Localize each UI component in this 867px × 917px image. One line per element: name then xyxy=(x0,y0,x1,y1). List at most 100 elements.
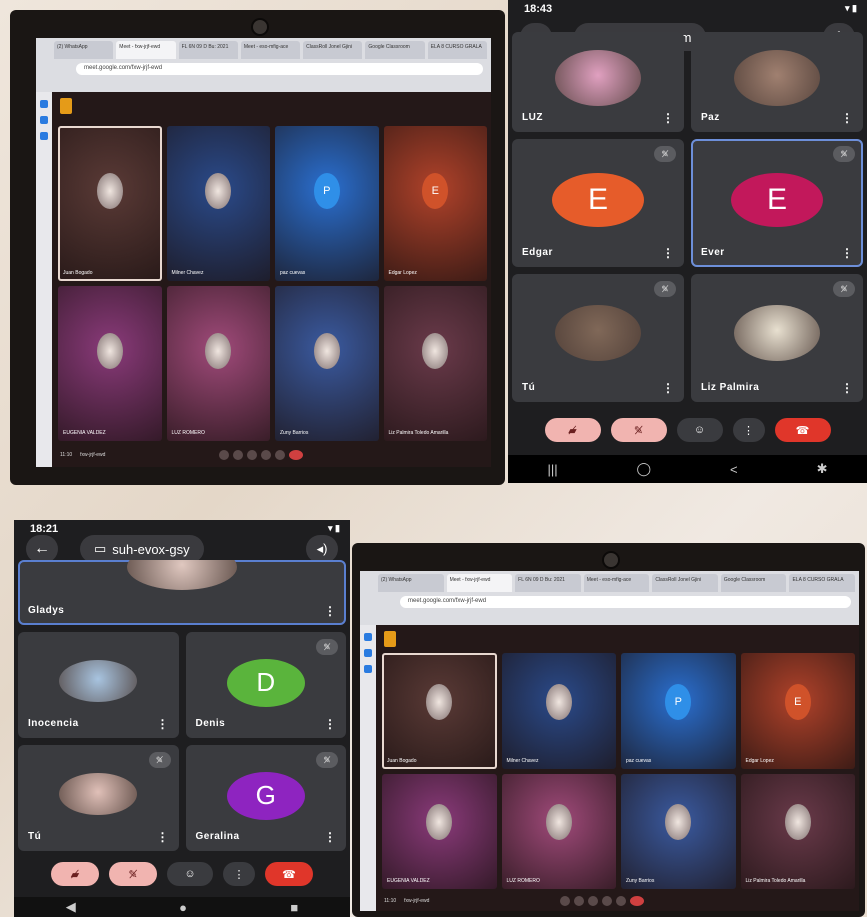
participant-tile[interactable]: EUGENIA VALDEZ xyxy=(382,773,497,889)
captions-button[interactable] xyxy=(587,896,598,906)
participant-tile[interactable]: Zuny Barrios xyxy=(621,773,736,889)
camera-off-icon[interactable]: ▰̸ xyxy=(544,418,601,442)
participant-grid: Juan Bogado Milner Chavez Ppaz cuevas E Edga… xyxy=(382,653,855,889)
browser-tab[interactable]: (2) WhatsApp xyxy=(54,41,114,59)
browser-tab[interactable]: ELA 8 CURSO GRALA xyxy=(789,574,856,592)
accessibility-icon[interactable]: ✱ xyxy=(817,461,828,477)
present-button[interactable] xyxy=(601,896,612,906)
participant-tile[interactable]: E Edgar Lopez xyxy=(383,126,487,281)
more-options-icon[interactable]: ⋮ xyxy=(223,862,255,886)
meeting-code-pill[interactable]: ▭ suh-evox-gsy xyxy=(80,535,204,563)
participant-tile[interactable]: Liz Palmira Toledo Amarilla xyxy=(383,286,487,441)
present-button[interactable] xyxy=(260,450,271,460)
call-controls: ▰̸ ✎̸ ☺ ⋮ ☎ xyxy=(14,862,350,886)
sidebar-icon[interactable] xyxy=(40,132,48,140)
laptop-screen: (2) WhatsApp Meet - fxw-jrjf-ewd FL 6N 09 … xyxy=(36,38,491,467)
participant-tile[interactable]: Ppaz cuevas xyxy=(275,126,379,281)
address-bar[interactable]: meet.google.com/fxw-jrjf-ewd xyxy=(400,596,851,608)
browser-tab[interactable]: Meet - fxw-jrjf-ewd xyxy=(116,41,176,59)
sidebar-icon[interactable] xyxy=(364,665,372,673)
participant-tile[interactable]: ✎̸ Liz Palmira ⋮ xyxy=(691,274,863,402)
end-call-button[interactable] xyxy=(288,450,303,460)
browser-tab[interactable]: Meet - fxw-jrjf-ewd xyxy=(446,574,513,592)
participant-tile[interactable]: Milner Chavez xyxy=(501,653,616,769)
mic-button[interactable] xyxy=(218,450,229,460)
phone-photo-1: 18:43 ▾ ▮ ← ▭ mxn-mijy-dmm ✱ LUZ⋮Paz⋮✎̸E… xyxy=(508,0,867,483)
mic-off-icon[interactable]: ✎̸ xyxy=(109,862,157,886)
recents-icon[interactable]: ■ xyxy=(290,900,298,915)
avatar-letter: P xyxy=(665,683,692,720)
browser-tab[interactable]: Google Classroom xyxy=(720,574,787,592)
participant-tile[interactable]: EUGENIA VALDEZ xyxy=(58,286,162,441)
avatar xyxy=(127,560,237,590)
participant-tile[interactable]: ✎̸ Tú ⋮ xyxy=(512,274,684,402)
sidebar-icon[interactable] xyxy=(364,633,372,641)
participant-tile[interactable]: ✎̸ E Edgar ⋮ xyxy=(512,139,684,267)
more-options-icon[interactable]: ⋮ xyxy=(732,418,765,442)
back-nav-icon[interactable]: ◀ xyxy=(66,899,76,915)
participant-tile[interactable]: Juan Bogado xyxy=(382,653,497,769)
browser-tab[interactable]: ClassRoll Jonel Gjini xyxy=(303,41,363,59)
end-call-icon[interactable]: ☎ xyxy=(774,418,831,442)
browser-tab[interactable]: ELA 8 CURSO GRALA xyxy=(427,41,487,59)
address-bar[interactable]: meet.google.com/fxw-jrjf-ewd xyxy=(76,63,483,75)
more-vert-icon[interactable]: ⋮ xyxy=(324,604,336,618)
more-vert-icon[interactable]: ⋮ xyxy=(662,381,674,395)
participant-tile[interactable]: LUZ ROMERO xyxy=(501,773,616,889)
more-vert-icon[interactable]: ⋮ xyxy=(841,111,853,125)
participant-tile[interactable]: Paz ⋮ xyxy=(691,32,863,132)
browser-tab[interactable]: FL 6N 09 D Bu: 2021 xyxy=(515,574,581,592)
home-icon[interactable]: ◯ xyxy=(637,461,652,477)
more-vert-icon[interactable]: ⋮ xyxy=(324,830,336,844)
participant-tile[interactable]: Juan Bogado xyxy=(58,126,162,281)
browser-tab[interactable]: FL 6N 09 D Bu: 2021 xyxy=(178,41,238,59)
camera-button[interactable] xyxy=(573,896,584,906)
meeting-time: 11:10 xyxy=(60,452,73,458)
participant-tile[interactable]: Liz Palmira Toledo Amarilla xyxy=(740,773,855,889)
more-vert-icon[interactable]: ⋮ xyxy=(662,246,674,260)
browser-tab[interactable]: Google Classroom xyxy=(365,41,425,59)
participant-tile[interactable]: LUZ ROMERO xyxy=(166,286,270,441)
more-vert-icon[interactable]: ⋮ xyxy=(662,111,674,125)
sidebar-icon[interactable] xyxy=(40,100,48,108)
emoji-icon[interactable]: ☺ xyxy=(167,862,213,886)
participant-tile[interactable]: Gladys ⋮ xyxy=(18,560,346,625)
mic-off-icon[interactable]: ✎̸ xyxy=(610,418,667,442)
participant-tile[interactable]: Ppaz cuevas xyxy=(621,653,736,769)
captions-button[interactable] xyxy=(246,450,257,460)
more-vert-icon[interactable]: ⋮ xyxy=(841,381,853,395)
browser-tab[interactable]: ClassRoll Jonel Gjini xyxy=(652,574,718,592)
participant-tile[interactable]: Inocencia ⋮ xyxy=(18,632,179,738)
participant-tile[interactable]: Milner Chavez xyxy=(166,126,270,281)
more-vert-icon[interactable]: ⋮ xyxy=(324,717,336,731)
sidebar-icon[interactable] xyxy=(40,116,48,124)
participant-tile[interactable]: ✎̸ G Geralina ⋮ xyxy=(185,745,346,851)
more-vert-icon[interactable]: ⋮ xyxy=(157,830,169,844)
participant-tile[interactable]: Zuny Barrios xyxy=(275,286,379,441)
mic-button[interactable] xyxy=(559,896,570,906)
avatar xyxy=(205,333,232,370)
more-vert-icon[interactable]: ⋮ xyxy=(841,246,853,260)
browser-tab[interactable]: Meet - eso-mfig-ace xyxy=(240,41,301,59)
end-call-icon[interactable]: ☎ xyxy=(265,862,313,886)
home-icon[interactable]: ● xyxy=(179,900,187,915)
participant-tile[interactable]: ✎̸ Tú ⋮ xyxy=(18,745,179,851)
camera-button[interactable] xyxy=(232,450,243,460)
participant-tile[interactable]: ✎̸ D Denis ⋮ xyxy=(185,632,346,738)
end-call-button[interactable] xyxy=(629,896,644,906)
browser-tab[interactable]: Meet - eso-mfig-ace xyxy=(583,574,650,592)
more-vert-icon[interactable]: ⋮ xyxy=(157,717,169,731)
camera-off-icon[interactable]: ▰̸ xyxy=(51,862,99,886)
participant-tile[interactable]: LUZ ⋮ xyxy=(512,32,684,132)
participant-tile[interactable]: ✎̸ E Ever ⋮ xyxy=(691,139,863,267)
more-button[interactable] xyxy=(615,896,626,906)
recents-icon[interactable]: ||| xyxy=(547,462,557,477)
emoji-icon[interactable]: ☺ xyxy=(676,418,723,442)
participant-tile[interactable]: E Edgar Lopez xyxy=(740,653,855,769)
back-nav-icon[interactable]: < xyxy=(730,462,738,477)
more-button[interactable] xyxy=(274,450,285,460)
speaker-icon[interactable]: ◂) xyxy=(306,535,338,563)
back-arrow-icon[interactable]: ← xyxy=(26,535,58,563)
sidebar-icon[interactable] xyxy=(364,649,372,657)
browser-tab[interactable]: (2) WhatsApp xyxy=(378,574,444,592)
